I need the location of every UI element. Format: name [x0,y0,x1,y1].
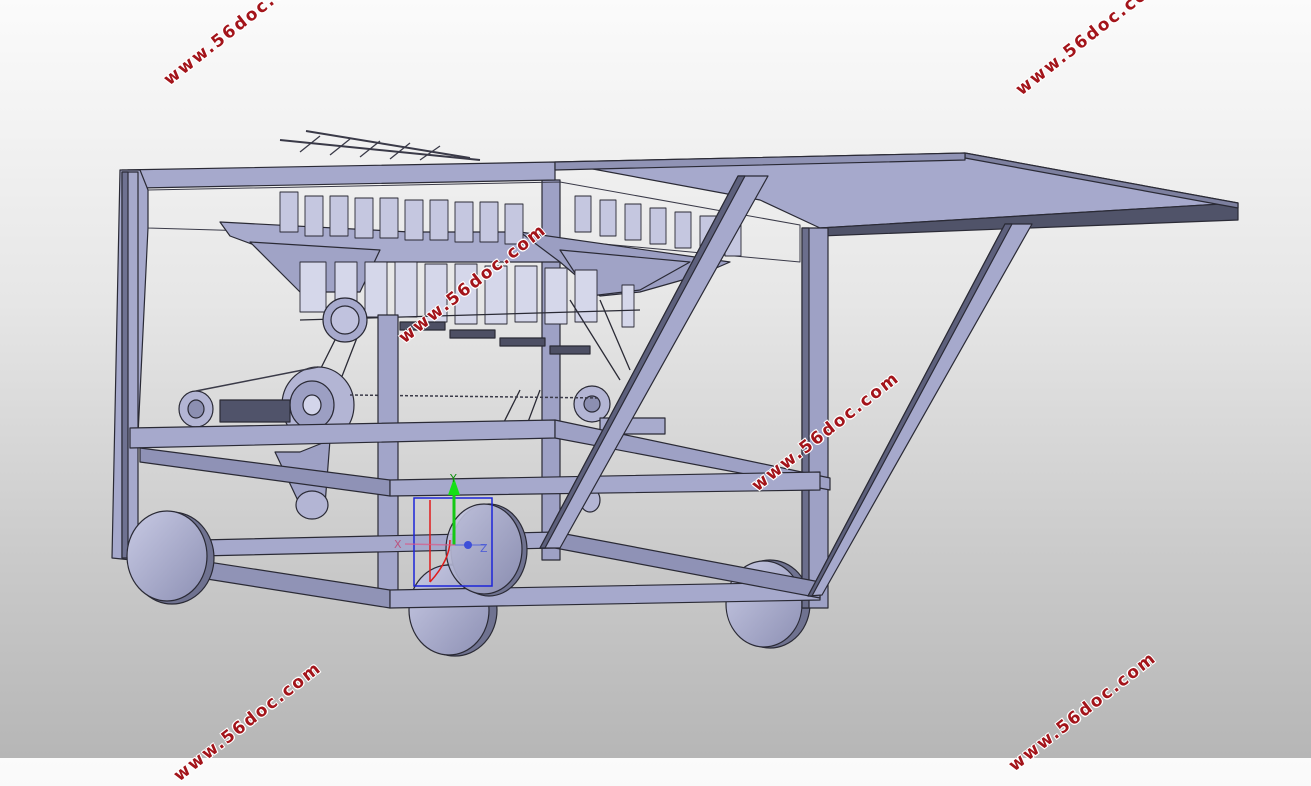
triad-z-label: Z [480,542,488,555]
cad-3d-viewport[interactable]: Y X Z [0,0,1311,758]
planter-cart-model[interactable]: Y X Z [0,0,1311,758]
triad-y-label: Y [449,472,457,485]
wheel-front-left [126,510,215,605]
triad-x-label: X [394,538,402,551]
